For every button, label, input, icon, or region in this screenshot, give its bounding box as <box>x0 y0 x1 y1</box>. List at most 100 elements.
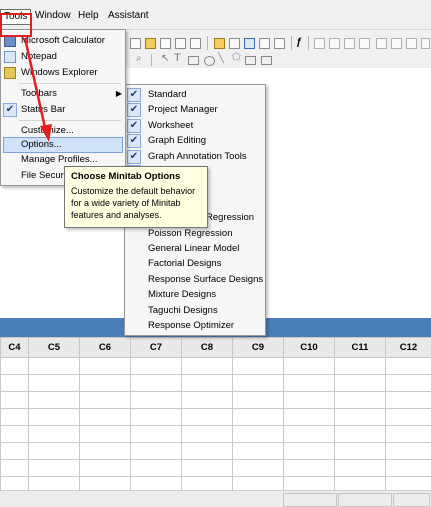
worksheet-cell[interactable] <box>386 443 431 460</box>
worksheet-cell[interactable] <box>233 443 284 460</box>
session-icon[interactable] <box>145 38 156 49</box>
window-icon[interactable] <box>244 38 255 49</box>
worksheet-cell[interactable] <box>80 409 131 426</box>
region-tool-icon[interactable] <box>245 56 256 65</box>
worksheet-cell[interactable] <box>131 409 182 426</box>
worksheet-cell[interactable] <box>29 375 80 392</box>
menu-assistant[interactable]: Assistant <box>108 9 149 23</box>
column-header[interactable]: C7 <box>131 338 182 358</box>
brush-icon[interactable] <box>314 38 325 49</box>
more-icon[interactable] <box>421 38 430 49</box>
worksheet-cell[interactable] <box>29 409 80 426</box>
ellipse-tool-icon[interactable] <box>204 56 215 66</box>
worksheet-cell[interactable] <box>131 460 182 477</box>
worksheet-cell[interactable] <box>1 443 29 460</box>
edit-icon[interactable] <box>376 38 387 49</box>
worksheet-cell[interactable] <box>182 460 233 477</box>
toolbar-submenu-item[interactable]: Mixture Designs <box>125 287 265 303</box>
worksheet-cell[interactable] <box>284 426 335 443</box>
worksheet-cell[interactable] <box>29 443 80 460</box>
column-header[interactable]: C8 <box>182 338 233 358</box>
toolbar-submenu-item[interactable]: General Linear Model <box>125 241 265 257</box>
menu-window[interactable]: Window <box>35 9 71 23</box>
worksheet-cell[interactable] <box>182 375 233 392</box>
worksheet-cell[interactable] <box>1 375 29 392</box>
toolbar-submenu-item[interactable]: Taguchi Designs <box>125 303 265 319</box>
worksheet-cell[interactable] <box>80 375 131 392</box>
toolbar-submenu-item[interactable]: Response Optimizer <box>125 318 265 334</box>
menu-help[interactable]: Help <box>78 9 99 23</box>
toolbar-submenu-item[interactable]: ✔Graph Annotation Tools <box>125 149 265 165</box>
pen-icon[interactable] <box>391 38 402 49</box>
worksheet-cell[interactable] <box>233 392 284 409</box>
erase-icon[interactable] <box>406 38 417 49</box>
worksheet-cell[interactable] <box>29 358 80 375</box>
worksheet-cell[interactable] <box>386 426 431 443</box>
worksheet-cell[interactable] <box>335 460 386 477</box>
worksheet-cell[interactable] <box>29 392 80 409</box>
columns-icon[interactable] <box>259 38 270 49</box>
toolbar-submenu-item[interactable]: Factorial Designs <box>125 256 265 272</box>
worksheet-cell[interactable] <box>80 392 131 409</box>
worksheet-cell[interactable] <box>386 358 431 375</box>
rectangle-tool-icon[interactable] <box>188 56 199 65</box>
worksheet-cell[interactable] <box>29 460 80 477</box>
filter-icon[interactable] <box>359 38 370 49</box>
worksheet-cell[interactable] <box>386 392 431 409</box>
column-header[interactable]: C12 <box>386 338 431 358</box>
worksheet-cell[interactable] <box>182 358 233 375</box>
worksheet-cell[interactable] <box>284 460 335 477</box>
pointer-icon[interactable]: ↖ <box>161 53 169 64</box>
menu-item-options[interactable]: Options... <box>3 137 123 153</box>
toolbar-submenu-item[interactable]: ✔Worksheet <box>125 118 265 134</box>
worksheet-cell[interactable] <box>233 426 284 443</box>
worksheet-cell[interactable] <box>29 426 80 443</box>
toolbar-submenu-item[interactable]: ✔Graph Editing <box>125 133 265 149</box>
worksheet-cell[interactable] <box>131 392 182 409</box>
worksheet-cell[interactable] <box>1 358 29 375</box>
worksheet-cell[interactable] <box>1 409 29 426</box>
worksheet-cell[interactable] <box>182 392 233 409</box>
text-tool-icon[interactable]: T <box>174 52 181 64</box>
layout-icon[interactable] <box>274 38 285 49</box>
worksheet-cell[interactable] <box>131 426 182 443</box>
copy-icon[interactable] <box>175 38 186 49</box>
zoom-icon[interactable]: ⌕ <box>136 53 142 64</box>
function-icon[interactable]: ƒ <box>296 37 302 48</box>
line-tool-icon[interactable]: ╲ <box>218 53 224 64</box>
menu-item-notepad[interactable]: Notepad <box>1 49 125 65</box>
worksheet-cell[interactable] <box>182 409 233 426</box>
worksheet-cell[interactable] <box>1 426 29 443</box>
worksheet-cell[interactable] <box>182 443 233 460</box>
sort-icon[interactable] <box>344 38 355 49</box>
menu-item-status-bar[interactable]: ✔ Status Bar <box>1 102 125 118</box>
worksheet-cell[interactable] <box>335 392 386 409</box>
worksheet-cell[interactable] <box>80 426 131 443</box>
worksheet-cell[interactable] <box>335 358 386 375</box>
worksheet-cell[interactable] <box>80 443 131 460</box>
worksheet-icon[interactable] <box>160 38 171 49</box>
toolbar-submenu-item[interactable]: ✔Project Manager <box>125 102 265 118</box>
worksheet-cell[interactable] <box>335 426 386 443</box>
column-header[interactable]: C10 <box>284 338 335 358</box>
column-header[interactable]: C9 <box>233 338 284 358</box>
worksheet-cell[interactable] <box>1 392 29 409</box>
worksheet-cell[interactable] <box>284 392 335 409</box>
toolbar-submenu-item[interactable]: ✔Standard <box>125 87 265 103</box>
worksheet-cell[interactable] <box>335 443 386 460</box>
worksheet-cell[interactable] <box>182 426 233 443</box>
column-header[interactable]: C6 <box>80 338 131 358</box>
polygon-tool-icon[interactable]: ⬠ <box>232 52 241 63</box>
worksheet-cell[interactable] <box>386 375 431 392</box>
worksheet-cell[interactable] <box>233 375 284 392</box>
worksheet-cell[interactable] <box>284 358 335 375</box>
worksheet-cell[interactable] <box>233 409 284 426</box>
worksheet-cell[interactable] <box>233 460 284 477</box>
info-icon[interactable] <box>130 38 141 49</box>
column-header[interactable]: C4 <box>1 338 29 358</box>
marker-tool-icon[interactable] <box>261 56 272 65</box>
worksheet-cell[interactable] <box>335 375 386 392</box>
worksheet-cell[interactable] <box>131 375 182 392</box>
worksheet-cell[interactable] <box>131 443 182 460</box>
worksheet-cell[interactable] <box>80 460 131 477</box>
